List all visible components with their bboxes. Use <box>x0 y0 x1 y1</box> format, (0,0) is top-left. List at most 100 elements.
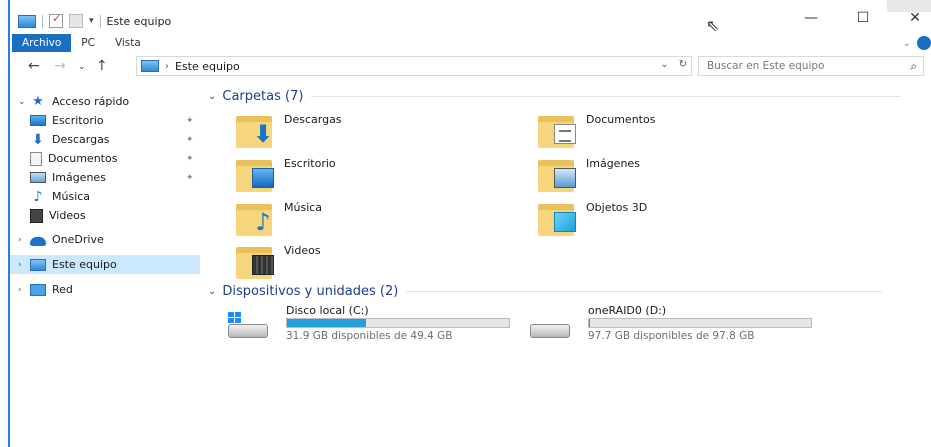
video-icon <box>252 255 274 275</box>
collapse-chevron-icon[interactable]: ⌄ <box>208 91 216 102</box>
refresh-icon[interactable]: ↻ <box>679 59 687 70</box>
drive-free-space: 97.7 GB disponibles de 97.8 GB <box>588 330 755 342</box>
ribbon-right: ⌄ <box>903 36 931 50</box>
collapse-chevron-icon[interactable]: ⌄ <box>208 286 216 297</box>
folder-label: Música <box>284 201 323 214</box>
folder-label: Videos <box>284 244 321 257</box>
content-area: ⌄ Carpetas (7) ⬇ Descargas Documentos Es… <box>208 84 931 447</box>
drive-usage-bar <box>286 318 510 328</box>
folder-escritorio[interactable]: Escritorio <box>212 154 492 196</box>
sidebar-item-label: Acceso rápido <box>52 95 130 108</box>
music-icon: ♪ <box>33 188 43 205</box>
folder-icon <box>230 154 274 192</box>
new-folder-icon[interactable] <box>69 14 83 28</box>
folder-descargas[interactable]: ⬇ Descargas <box>212 110 492 152</box>
folder-icon <box>230 241 274 279</box>
folder-label: Objetos 3D <box>586 201 648 214</box>
tab-pc[interactable]: PC <box>71 34 105 52</box>
sidebar-item-escritorio[interactable]: Escritorio ✦ <box>10 111 200 130</box>
sidebar-item-descargas[interactable]: ⬇ Descargas ✦ <box>10 130 200 149</box>
sidebar-item-label: Red <box>52 283 73 296</box>
folder-icon <box>532 198 576 236</box>
folder-label: Documentos <box>586 113 656 126</box>
document-icon <box>30 151 42 166</box>
music-icon: ♪ <box>255 208 271 236</box>
back-button[interactable]: ← <box>28 58 40 74</box>
forward-button[interactable]: → <box>54 58 66 74</box>
folder-label: Descargas <box>284 113 342 126</box>
star-icon: ★ <box>32 93 44 109</box>
properties-icon[interactable] <box>49 12 63 28</box>
group-title: Dispositivos y unidades (2) <box>222 283 399 299</box>
search-input[interactable]: Buscar en Este equipo ⌕ <box>698 56 924 76</box>
folder-icon: ⬇ <box>230 110 274 148</box>
pc-icon <box>30 258 46 271</box>
maximize-button[interactable]: ☐ <box>848 10 878 26</box>
sidebar-item-label: Descargas <box>52 133 110 146</box>
drive-c[interactable]: Disco local (C:) 31.9 GB disponibles de … <box>208 304 510 348</box>
pin-icon: ✦ <box>186 172 194 183</box>
close-button[interactable]: ✕ <box>900 10 930 26</box>
up-button[interactable]: ↑ <box>96 58 108 74</box>
minimize-button[interactable]: — <box>796 10 826 26</box>
desktop-icon <box>252 168 274 188</box>
breadcrumb-separator-icon[interactable]: › <box>165 61 169 72</box>
navigation-pane: ⌄ ★ Acceso rápido Escritorio ✦ ⬇ Descarg… <box>10 88 202 447</box>
expand-ribbon-chevron-icon[interactable]: ⌄ <box>903 38 911 49</box>
expand-chevron-icon[interactable]: › <box>18 260 30 270</box>
folders-group-header[interactable]: ⌄ Carpetas (7) <box>208 87 902 105</box>
drive-usage-fill <box>287 319 366 327</box>
collapse-chevron-icon[interactable]: ⌄ <box>18 97 30 107</box>
title-bar: ▾ Este equipo ⇖ — ☐ ✕ <box>10 0 931 35</box>
quick-access-toolbar: ▾ Este equipo <box>18 12 172 28</box>
pin-icon: ✦ <box>186 134 194 145</box>
pin-icon: ✦ <box>186 153 194 164</box>
search-placeholder: Buscar en Este equipo <box>707 60 825 72</box>
drive-name: Disco local (C:) <box>286 304 369 317</box>
expand-chevron-icon[interactable]: › <box>18 285 30 295</box>
folder-videos[interactable]: Videos <box>212 241 492 283</box>
folder-documentos[interactable]: Documentos <box>514 110 794 152</box>
recent-locations-chevron-icon[interactable]: ⌄ <box>78 62 86 72</box>
corner-strip <box>887 0 931 12</box>
tab-vista[interactable]: Vista <box>105 34 151 52</box>
help-icon[interactable] <box>917 36 931 50</box>
address-bar[interactable]: › Este equipo ⌄ ↻ <box>136 56 692 76</box>
folder-musica[interactable]: ♪ Música <box>212 198 492 240</box>
folder-objetos-3d[interactable]: Objetos 3D <box>514 198 794 240</box>
sidebar-item-imagenes[interactable]: Imágenes ✦ <box>10 168 200 187</box>
folder-label: Escritorio <box>284 157 336 170</box>
sidebar-item-label: Escritorio <box>52 114 104 127</box>
search-icon[interactable]: ⌕ <box>910 57 917 75</box>
drive-free-space: 31.9 GB disponibles de 49.4 GB <box>286 330 453 342</box>
folder-imagenes[interactable]: Imágenes <box>514 154 794 196</box>
sidebar-item-musica[interactable]: ♪ Música <box>10 187 200 206</box>
group-divider <box>406 290 883 292</box>
sidebar-item-red[interactable]: › Red <box>10 280 200 299</box>
sidebar-item-label: Música <box>52 190 91 203</box>
drive-d[interactable]: oneRAID0 (D:) 97.7 GB disponibles de 97.… <box>510 304 812 348</box>
sidebar-item-label: Documentos <box>48 152 118 165</box>
expand-chevron-icon[interactable]: › <box>18 235 30 245</box>
desktop-icon <box>30 115 46 126</box>
tab-archivo[interactable]: Archivo <box>12 34 72 52</box>
drives-group-header[interactable]: ⌄ Dispositivos y unidades (2) <box>208 282 883 300</box>
address-bar-actions: ⌄ ↻ <box>660 59 687 70</box>
cube-icon <box>554 212 576 232</box>
window-title: Este equipo <box>106 14 172 28</box>
windows-drive-icon <box>226 310 270 340</box>
download-icon: ⬇ <box>32 131 44 148</box>
sidebar-item-videos[interactable]: Videos <box>10 206 200 225</box>
breadcrumb-este-equipo[interactable]: Este equipo <box>175 60 240 73</box>
download-icon: ⬇ <box>252 120 274 148</box>
sidebar-item-label: Este equipo <box>52 258 117 271</box>
sidebar-item-acceso-rapido[interactable]: ⌄ ★ Acceso rápido <box>10 92 200 111</box>
customize-toolbar-dropdown[interactable]: ▾ <box>89 16 94 26</box>
sidebar-item-label: Videos <box>49 209 86 222</box>
sidebar-item-este-equipo[interactable]: › Este equipo <box>10 255 200 274</box>
sidebar-item-documentos[interactable]: Documentos ✦ <box>10 149 200 168</box>
pc-icon[interactable] <box>18 14 36 28</box>
address-dropdown-chevron-icon[interactable]: ⌄ <box>660 59 668 70</box>
sidebar-item-onedrive[interactable]: › OneDrive <box>10 230 200 249</box>
cloud-icon <box>30 236 46 246</box>
